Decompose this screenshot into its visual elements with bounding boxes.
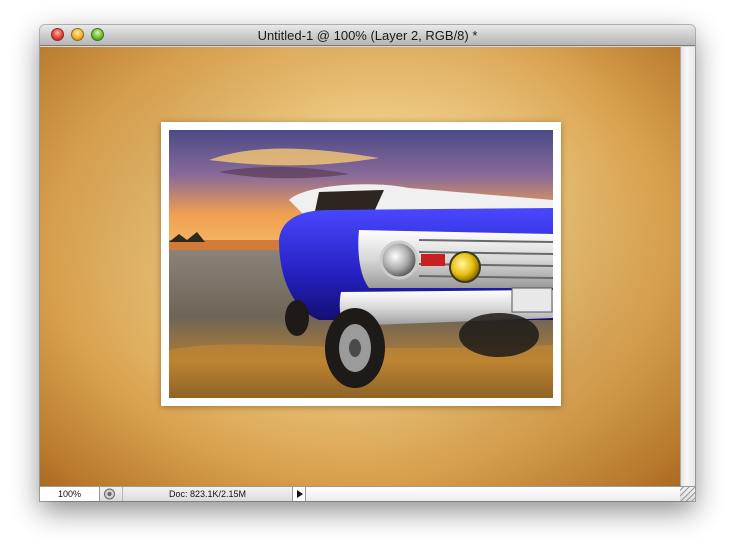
document-canvas[interactable] bbox=[40, 47, 680, 486]
horizontal-scrollbar[interactable] bbox=[306, 487, 680, 501]
window-title: Untitled-1 @ 100% (Layer 2, RGB/8) * bbox=[257, 28, 478, 43]
status-icon[interactable] bbox=[103, 488, 116, 500]
title-bar[interactable]: Untitled-1 @ 100% (Layer 2, RGB/8) * bbox=[40, 25, 695, 46]
resize-grip-icon[interactable] bbox=[680, 487, 695, 501]
status-bar: 100% Doc: 823.1K/2.15M bbox=[40, 486, 695, 501]
zoom-level-field[interactable]: 100% bbox=[40, 487, 100, 501]
document-info: Doc: 823.1K/2.15M bbox=[122, 487, 292, 501]
photo-frame[interactable] bbox=[161, 122, 561, 406]
truck-photo bbox=[169, 130, 553, 398]
vertical-scrollbar[interactable] bbox=[680, 47, 695, 486]
triangle-right-icon[interactable] bbox=[292, 487, 306, 501]
document-window: Untitled-1 @ 100% (Layer 2, RGB/8) * 100… bbox=[40, 25, 695, 501]
